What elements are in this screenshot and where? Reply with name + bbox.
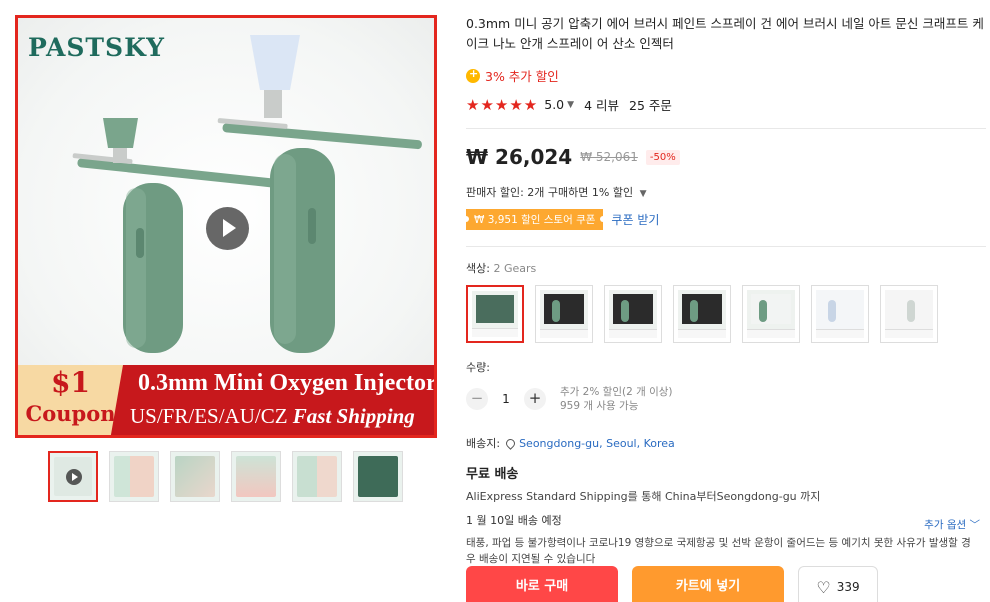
order-count: 25 주문 [629,98,672,113]
seller-discount[interactable]: 판매자 할인: 2개 구매하면 1% 할인 ▼ [466,184,986,200]
main-product-image[interactable]: PASTSKY $1 Coupon 0.3mm Mini Oxygen Inje… [15,15,437,438]
decrease-button[interactable]: − [466,388,488,410]
wishlist-button[interactable]: ♡ 339 [798,566,878,602]
extra-discount: 3% 추가 할인 [466,66,986,85]
swatch-4[interactable] [673,285,731,343]
delivery-notice: 태풍, 파업 등 불가항력이나 코로나19 영향으로 국제항공 및 선박 운항이… [466,537,971,565]
swatch-6[interactable] [811,285,869,343]
quantity-value[interactable]: 1 [488,392,524,406]
coupon-badge: $1 Coupon [18,365,123,435]
delivery-date: 1 월 10일 배송 예정 [466,514,562,527]
shipping-description: AliExpress Standard Shipping를 통해 China부터… [466,490,821,503]
swatch-2[interactable] [535,285,593,343]
location-pin-icon [504,436,517,450]
coupon-row: ₩ 3,951 할인 스토어 쿠폰 쿠폰 받기 [462,209,986,230]
color-label: 색상: 2 Gears [466,262,537,275]
thumbnail-4[interactable] [231,451,281,502]
heart-icon: ♡ [816,577,831,597]
chevron-down-icon: ﹀ [969,519,981,531]
thumbnail-3[interactable] [170,451,220,502]
free-shipping: 무료 배송 [466,467,519,482]
ship-to: 배송지: Seongdong-gu, Seoul, Korea [466,436,675,451]
star-rating-icon: ★★★★★ [466,95,539,114]
product-info: 0.3mm 미니 공기 압축기 에어 브러시 페인트 스프레이 건 에어 브러시… [462,14,986,567]
store-coupon-tag: ₩ 3,951 할인 스토어 쿠폰 [462,209,607,230]
swatch-7[interactable] [880,285,938,343]
product-title: 0.3mm 미니 공기 압축기 에어 브러시 페인트 스프레이 건 에어 브러시… [466,16,984,51]
review-count[interactable]: 4 리뷰 [584,95,619,114]
action-buttons: 바로 구매 카트에 넣기 ♡ 339 [466,566,878,602]
play-video-button[interactable] [206,207,249,250]
promo-banner: $1 Coupon 0.3mm Mini Oxygen Injector US/… [18,365,437,435]
chevron-down-icon: ▼ [639,189,647,199]
product-photo: PASTSKY [18,18,434,365]
current-price: ₩ 26,024 [466,145,573,169]
thumbnail-1[interactable] [48,451,98,502]
thumbnail-2[interactable] [109,451,159,502]
play-icon [66,469,82,485]
airbrush-illustration [72,35,422,353]
more-options-link[interactable]: 추가 옵션 ﹀ [924,517,980,532]
quantity-stepper: − 1 + 추가 2% 할인(2 개 이상) 959 개 사용 가능 [466,385,986,413]
swatch-5[interactable] [742,285,800,343]
banner-headline: 0.3mm Mini Oxygen Injector [138,370,437,396]
thumbnail-strip [48,451,403,502]
swatch-3[interactable] [604,285,662,343]
increase-button[interactable]: + [524,388,546,410]
banner-shipping: US/FR/ES/AU/CZ Fast Shipping [130,404,415,428]
discount-badge: -50% [645,149,680,165]
rating-row: ★★★★★ 5.0 ▼ 4 리뷰 25 주문 [466,95,986,114]
thumbnail-6[interactable] [353,451,403,502]
price-row: ₩ 26,024 ₩ 52,061 -50% [466,145,986,169]
coin-icon [466,67,480,83]
get-coupon-link[interactable]: 쿠폰 받기 [611,211,659,228]
chevron-down-icon[interactable]: ▼ [567,100,574,110]
thumbnail-5[interactable] [292,451,342,502]
divider [466,246,986,247]
swatch-1[interactable] [466,285,524,343]
color-swatches [466,285,986,343]
divider [466,128,986,129]
buy-now-button[interactable]: 바로 구매 [466,566,618,602]
original-price: ₩ 52,061 [580,150,638,164]
ship-location-link[interactable]: Seongdong-gu, Seoul, Korea [519,437,675,450]
add-to-cart-button[interactable]: 카트에 넣기 [632,566,784,602]
rating-value[interactable]: 5.0 [544,97,564,112]
quantity-note: 추가 2% 할인(2 개 이상) 959 개 사용 가능 [560,386,673,412]
quantity-label: 수량: [466,361,490,374]
